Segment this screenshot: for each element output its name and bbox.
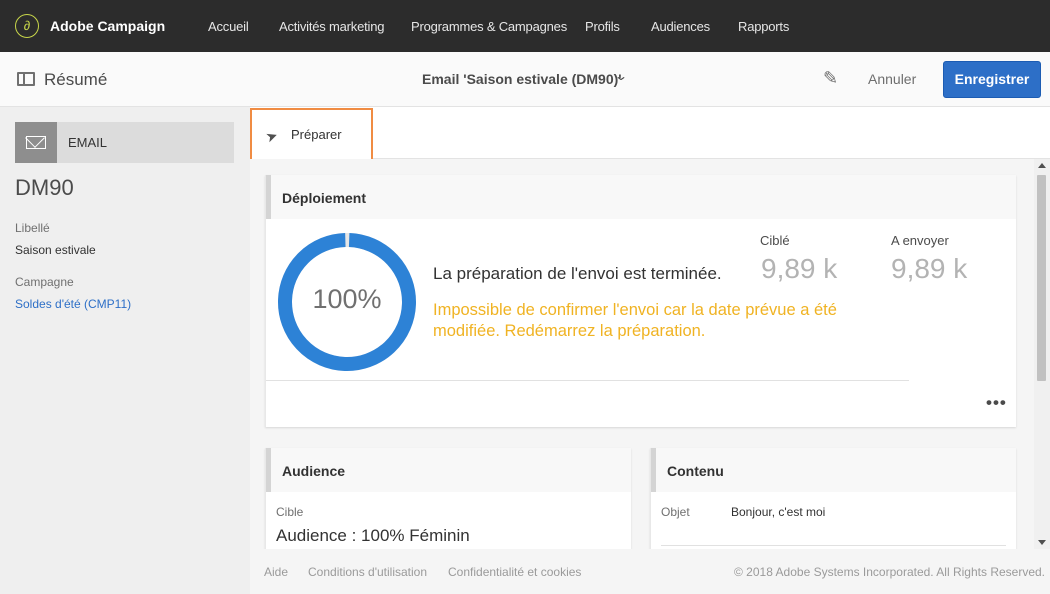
label-value: Saison estivale [15, 243, 96, 257]
campaign-link[interactable]: Soldes d'été (CMP11) [15, 297, 131, 311]
content-divider [661, 545, 1006, 546]
more-options-icon[interactable]: ••• [986, 393, 1007, 413]
main-content: Déploiement 100% La préparation de l'env… [250, 159, 1034, 549]
delivery-code: DM90 [15, 175, 74, 200]
preparation-status: La préparation de l'envoi est terminée. [433, 264, 722, 283]
footer-help-link[interactable]: Aide [264, 565, 288, 579]
scroll-up-icon[interactable] [1038, 163, 1046, 168]
content-card: Contenu Objet Bonjour, c'est moi [650, 448, 1016, 549]
delivery-title[interactable]: Email 'Saison estivale (DM90)' [422, 71, 622, 87]
envelope-icon [26, 136, 46, 149]
delivery-type-label: EMAIL [68, 135, 108, 150]
audience-card: Audience Cible Audience : 100% Féminin [265, 448, 631, 549]
email-type-icon-box [15, 122, 57, 163]
nav-item-accueil[interactable]: Accueil [208, 19, 249, 34]
save-button[interactable]: Enregistrer [943, 61, 1041, 98]
nav-item-rapports[interactable]: Rapports [738, 19, 789, 34]
page-title: Résumé [44, 70, 108, 89]
audience-title: Audience [282, 463, 346, 479]
nav-item-audiences[interactable]: Audiences [651, 19, 710, 34]
cancel-button[interactable]: Annuler [868, 71, 916, 87]
progress-percent: 100% [312, 284, 382, 314]
footer-copyright: © 2018 Adobe Systems Incorporated. All R… [734, 565, 1046, 579]
deployment-card-header: Déploiement [266, 175, 1016, 219]
delivery-type-box: EMAIL [15, 122, 234, 163]
content-title: Contenu [667, 463, 724, 479]
target-caption: Cible [276, 505, 304, 519]
scroll-thumb[interactable] [1037, 175, 1046, 381]
scroll-down-icon[interactable] [1038, 540, 1046, 545]
sidebar-toggle-icon[interactable] [17, 72, 35, 86]
content-card-header: Contenu [651, 448, 1016, 492]
target-value: Audience : 100% Féminin [276, 526, 470, 545]
nav-item-programmes-campagnes[interactable]: Programmes & Campagnes [411, 19, 567, 34]
summary-sidebar: EMAIL DM90 Libellé Saison estivale Campa… [0, 107, 250, 594]
subject-caption: Objet [661, 505, 690, 519]
prepare-label: Préparer [291, 127, 342, 142]
nav-item-activites-marketing[interactable]: Activités marketing [279, 19, 384, 34]
subject-value: Bonjour, c'est moi [731, 505, 826, 519]
label-caption: Libellé [15, 221, 50, 235]
targeted-value: 9,89 k [761, 253, 838, 284]
deployment-title: Déploiement [282, 190, 367, 206]
card-divider [266, 380, 909, 381]
action-bar: ➤ Préparer [250, 107, 1050, 165]
to-send-value: 9,89 k [891, 253, 968, 284]
content-scrollbar[interactable] [1034, 159, 1050, 549]
app-title[interactable]: Adobe Campaign [50, 18, 165, 34]
prepare-button[interactable]: ➤ Préparer [250, 108, 373, 165]
footer-privacy-link[interactable]: Confidentialité et cookies [448, 565, 581, 579]
footer: Aide Conditions d'utilisation Confidenti… [250, 549, 1050, 594]
nav-item-profils[interactable]: Profils [585, 19, 620, 34]
targeted-label: Ciblé [760, 233, 790, 248]
page-header: Résumé Email 'Saison estivale (DM90)' ⌄ … [0, 52, 1050, 107]
paper-plane-icon: ➤ [263, 126, 280, 146]
campaign-caption: Campagne [15, 275, 74, 289]
footer-terms-link[interactable]: Conditions d'utilisation [308, 565, 427, 579]
deployment-card: Déploiement 100% La préparation de l'env… [265, 175, 1016, 427]
audience-card-header: Audience [266, 448, 631, 492]
chevron-down-icon[interactable]: ⌄ [614, 69, 628, 83]
adobe-campaign-logo-icon[interactable]: ∂ [15, 14, 39, 38]
to-send-label: A envoyer [891, 233, 949, 248]
preparation-warning: Impossible de confirmer l'envoi car la d… [433, 301, 837, 340]
edit-pencil-icon[interactable]: ✎ [823, 68, 838, 89]
top-nav-bar: ∂ Adobe Campaign Accueil Activités marke… [0, 0, 1050, 52]
